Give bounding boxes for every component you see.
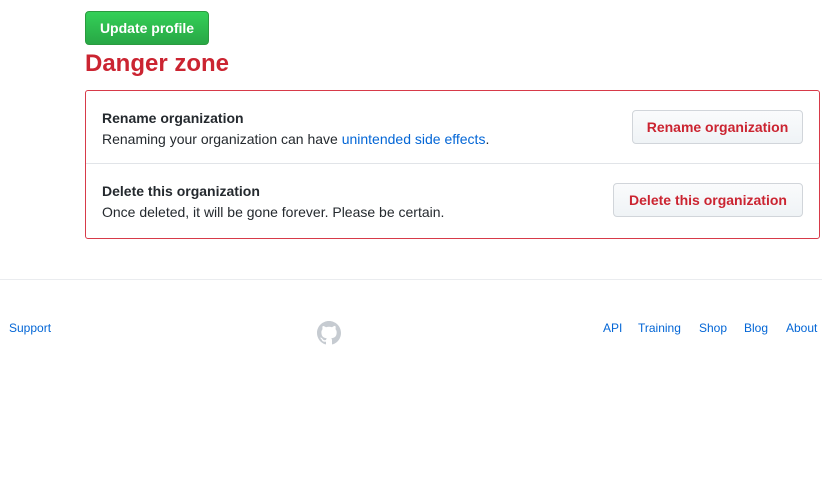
danger-zone-heading: Danger zone bbox=[85, 50, 230, 77]
rename-description-suffix: . bbox=[485, 131, 490, 147]
update-profile-button[interactable]: Update profile bbox=[85, 11, 209, 45]
github-mark-icon[interactable] bbox=[317, 321, 341, 345]
rename-organization-description: Renaming your organization can have unin… bbox=[102, 131, 489, 147]
footer-divider bbox=[0, 279, 822, 280]
rename-organization-title: Rename organization bbox=[102, 110, 244, 126]
unintended-side-effects-link[interactable]: unintended side effects bbox=[342, 131, 486, 147]
footer-link-about[interactable]: About bbox=[786, 321, 817, 335]
footer-link-blog[interactable]: Blog bbox=[744, 321, 768, 335]
footer-link-training[interactable]: Training bbox=[638, 321, 681, 335]
delete-organization-row: Delete this organization Once deleted, i… bbox=[86, 164, 819, 238]
delete-organization-button[interactable]: Delete this organization bbox=[613, 183, 803, 217]
footer-link-shop[interactable]: Shop bbox=[699, 321, 727, 335]
rename-organization-button[interactable]: Rename organization bbox=[632, 110, 803, 144]
danger-zone-box: Rename organization Renaming your organi… bbox=[85, 90, 820, 239]
footer-link-api[interactable]: API bbox=[603, 321, 622, 335]
rename-organization-row: Rename organization Renaming your organi… bbox=[86, 91, 819, 164]
delete-organization-description: Once deleted, it will be gone forever. P… bbox=[102, 204, 445, 220]
footer-link-support[interactable]: Support bbox=[9, 321, 51, 335]
settings-page: Update profile Danger zone Rename organi… bbox=[0, 0, 830, 500]
delete-organization-title: Delete this organization bbox=[102, 183, 260, 199]
rename-description-text: Renaming your organization can have bbox=[102, 131, 342, 147]
